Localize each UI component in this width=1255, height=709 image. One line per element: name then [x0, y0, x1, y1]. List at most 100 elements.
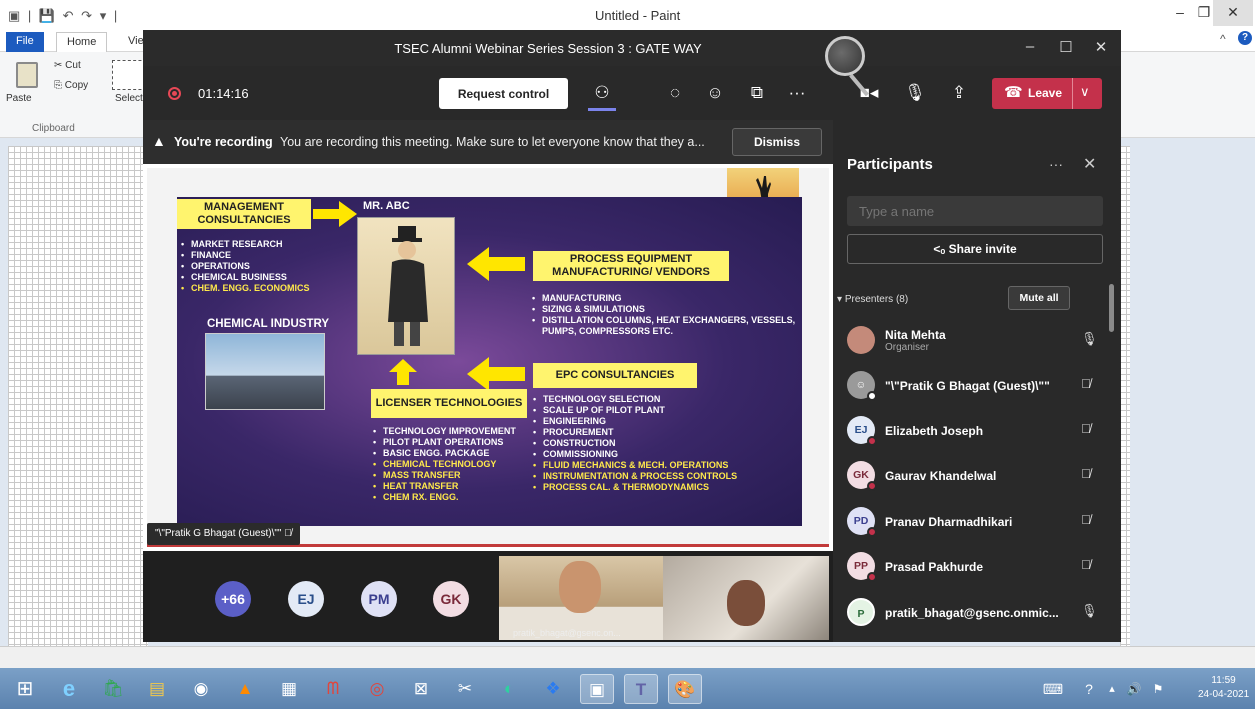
presenters-section-header[interactable]: ▾ Presenters (8) — [837, 294, 908, 305]
scrollbar[interactable] — [1109, 284, 1114, 332]
avatar: P — [847, 598, 875, 626]
cut-button[interactable]: ✂ Cut — [54, 60, 81, 71]
avatar[interactable]: EJ — [288, 581, 324, 617]
avatar-initials: PD — [853, 515, 869, 527]
list-item: OPERATIONS — [181, 261, 310, 272]
edge-icon[interactable]: ◐ — [492, 674, 526, 704]
participant-row[interactable]: ☺ "\"Pratik G Bhagat (Guest)\"" 🎙̸ — [847, 365, 1109, 405]
keyboard-icon[interactable]: ⌨ — [1036, 674, 1070, 704]
paint-window-title: Untitled - Paint — [595, 8, 681, 23]
tab-home[interactable]: Home — [56, 32, 108, 52]
participant-row[interactable]: PP Prasad Pakhurde 🎙̸ — [847, 546, 1109, 586]
participant-row[interactable]: Nita Mehta Organiser 🎙 — [847, 320, 1109, 360]
paint-canvas[interactable] — [8, 146, 148, 646]
avatar: PD — [847, 507, 877, 537]
clock-time: 11:59 — [1211, 675, 1236, 686]
teams-meeting-window: TSEC Alumni Webinar Series Session 3 : G… — [143, 30, 1121, 642]
chat-icon[interactable]: ◌ — [661, 80, 689, 106]
app-icon[interactable]: ⊠ — [404, 674, 438, 704]
list-item: CHEMICAL BUSINESS — [181, 272, 310, 283]
participant-search-input[interactable] — [847, 196, 1103, 226]
internet-explorer-icon[interactable]: e — [52, 674, 86, 704]
participant-row[interactable]: PD Pranav Dharmadhikari 🎙̸ — [847, 501, 1109, 541]
participant-video-tile[interactable]: pratik_bhagat@gsenc.on... — [499, 556, 663, 640]
close-icon[interactable]: ✕ — [1083, 154, 1096, 174]
share-invite-button[interactable]: <ₒ Share invite — [847, 234, 1103, 264]
avatar: PP — [847, 552, 877, 582]
participant-video-tile[interactable] — [663, 556, 829, 640]
mic-off-icon: 🎙̸ — [1081, 421, 1091, 436]
more-actions-icon[interactable]: ··· — [783, 80, 811, 106]
microphone-icon[interactable]: 🎙 — [901, 80, 929, 106]
minimize-icon[interactable]: – — [1019, 38, 1041, 55]
help-icon[interactable]: ? — [1238, 31, 1252, 45]
teams-icon[interactable]: T — [624, 674, 658, 704]
presenter-name-tag: "\"Pratik G Bhagat (Guest)\"" 🎙̸ — [147, 523, 300, 545]
leave-button[interactable]: ☎ Leave ∨ — [992, 78, 1102, 109]
paste-button[interactable]: Paste — [6, 93, 32, 104]
participants-title: Participants — [847, 156, 933, 173]
close-icon[interactable]: ✕ — [1213, 0, 1253, 26]
store-icon[interactable]: 🛍 — [96, 674, 130, 704]
participant-row[interactable]: P pratik_bhagat@gsenc.onmic... 🎙 — [847, 592, 1109, 632]
clipboard-group-label: Clipboard — [32, 123, 75, 134]
dropbox-icon[interactable]: ❖ — [536, 674, 570, 704]
network-status-icon[interactable]: ⚑ — [1146, 674, 1170, 704]
photos-icon[interactable]: ▦ — [272, 674, 306, 704]
participant-name: Prasad Pakhurde — [885, 560, 984, 574]
slide-frame: MANAGEMENT CONSULTANCIES MR. ABC MARKET … — [147, 168, 829, 547]
chevron-down-icon[interactable]: ∨ — [1080, 84, 1090, 100]
snipping-tool-icon[interactable]: ✂ — [448, 674, 482, 704]
copy-button[interactable]: ⎘ Copy — [54, 80, 88, 91]
quick-access-toolbar[interactable]: ▣ | 💾 ↶ ↷ ▾ | — [8, 8, 119, 24]
reactions-icon[interactable]: ☺ — [701, 80, 729, 106]
participant-row[interactable]: GK Gaurav Khandelwal 🎙̸ — [847, 455, 1109, 495]
breakout-rooms-icon[interactable]: ⧉ — [743, 80, 771, 106]
chevron-up-icon[interactable]: ▴ — [1100, 674, 1124, 704]
maximize-icon[interactable]: ☐ — [1055, 38, 1077, 56]
tab-file[interactable]: File — [6, 32, 44, 52]
paste-icon[interactable] — [16, 62, 38, 88]
app-icon[interactable]: ᗰ — [316, 674, 350, 704]
chrome-icon[interactable]: ◎ — [360, 674, 394, 704]
system-clock[interactable]: 11:59 24-04-2021 — [1198, 674, 1249, 702]
warning-icon: ▲ — [152, 133, 166, 149]
volume-icon[interactable]: 🔊 — [1122, 674, 1146, 704]
recording-banner-title: You're recording — [174, 135, 273, 149]
paint-icon[interactable]: 🎨 — [668, 674, 702, 704]
dismiss-button[interactable]: Dismiss — [732, 128, 822, 156]
participant-name: Nita Mehta — [885, 328, 946, 342]
mute-all-button[interactable]: Mute all — [1008, 286, 1070, 310]
network-icon[interactable]: ▣ — [580, 674, 614, 704]
participant-row[interactable]: EJ Elizabeth Joseph 🎙̸ — [847, 410, 1109, 450]
teams-title-bar: TSEC Alumni Webinar Series Session 3 : G… — [143, 30, 1121, 66]
presenters-label: Presenters (8) — [844, 294, 909, 305]
webcam-icon[interactable]: ◉ — [184, 674, 218, 704]
avatar[interactable]: GK — [433, 581, 469, 617]
list-item: PROCUREMENT — [533, 427, 798, 438]
more-options-icon[interactable]: ··· — [1049, 156, 1063, 172]
avatar — [847, 326, 875, 354]
windows-start-icon[interactable]: ⊞ — [8, 674, 42, 704]
avatar-initials: GK — [853, 469, 869, 481]
avatar[interactable]: PM — [361, 581, 397, 617]
participant-name: pratik_bhagat@gsenc.onmic... — [885, 606, 1059, 620]
meeting-controls-bar: 01:14:16 Request control ⚇ ◌ ☺ ⧉ ··· ■◂ … — [143, 66, 1121, 120]
paint-title-bar: ▣ | 💾 ↶ ↷ ▾ | Untitled - Paint – ❐ ✕ — [0, 0, 1255, 30]
vlc-icon[interactable]: ▲ — [228, 674, 262, 704]
list-item: FINANCE — [181, 250, 310, 261]
paint-status-bar — [0, 646, 1255, 668]
arrow-left-icon — [467, 247, 525, 281]
share-screen-icon[interactable]: ⇪ — [945, 80, 973, 106]
arrow-left-icon — [467, 357, 525, 391]
chevron-up-icon[interactable]: ^ — [1220, 32, 1226, 46]
overflow-participants-avatar[interactable]: +66 — [215, 581, 251, 617]
close-icon[interactable]: ✕ — [1090, 38, 1112, 56]
select-button[interactable]: Select — [115, 93, 143, 104]
participants-icon[interactable]: ⚇ — [588, 80, 616, 106]
request-control-button[interactable]: Request control — [439, 78, 568, 109]
participants-panel: Participants ··· ✕ <ₒ Share invite ▾ Pre… — [833, 120, 1121, 642]
list-item: BASIC ENGG. PACKAGE — [373, 448, 538, 459]
epc-consultancies-label: EPC CONSULTANCIES — [533, 363, 697, 388]
file-explorer-icon[interactable]: ▤ — [140, 674, 174, 704]
